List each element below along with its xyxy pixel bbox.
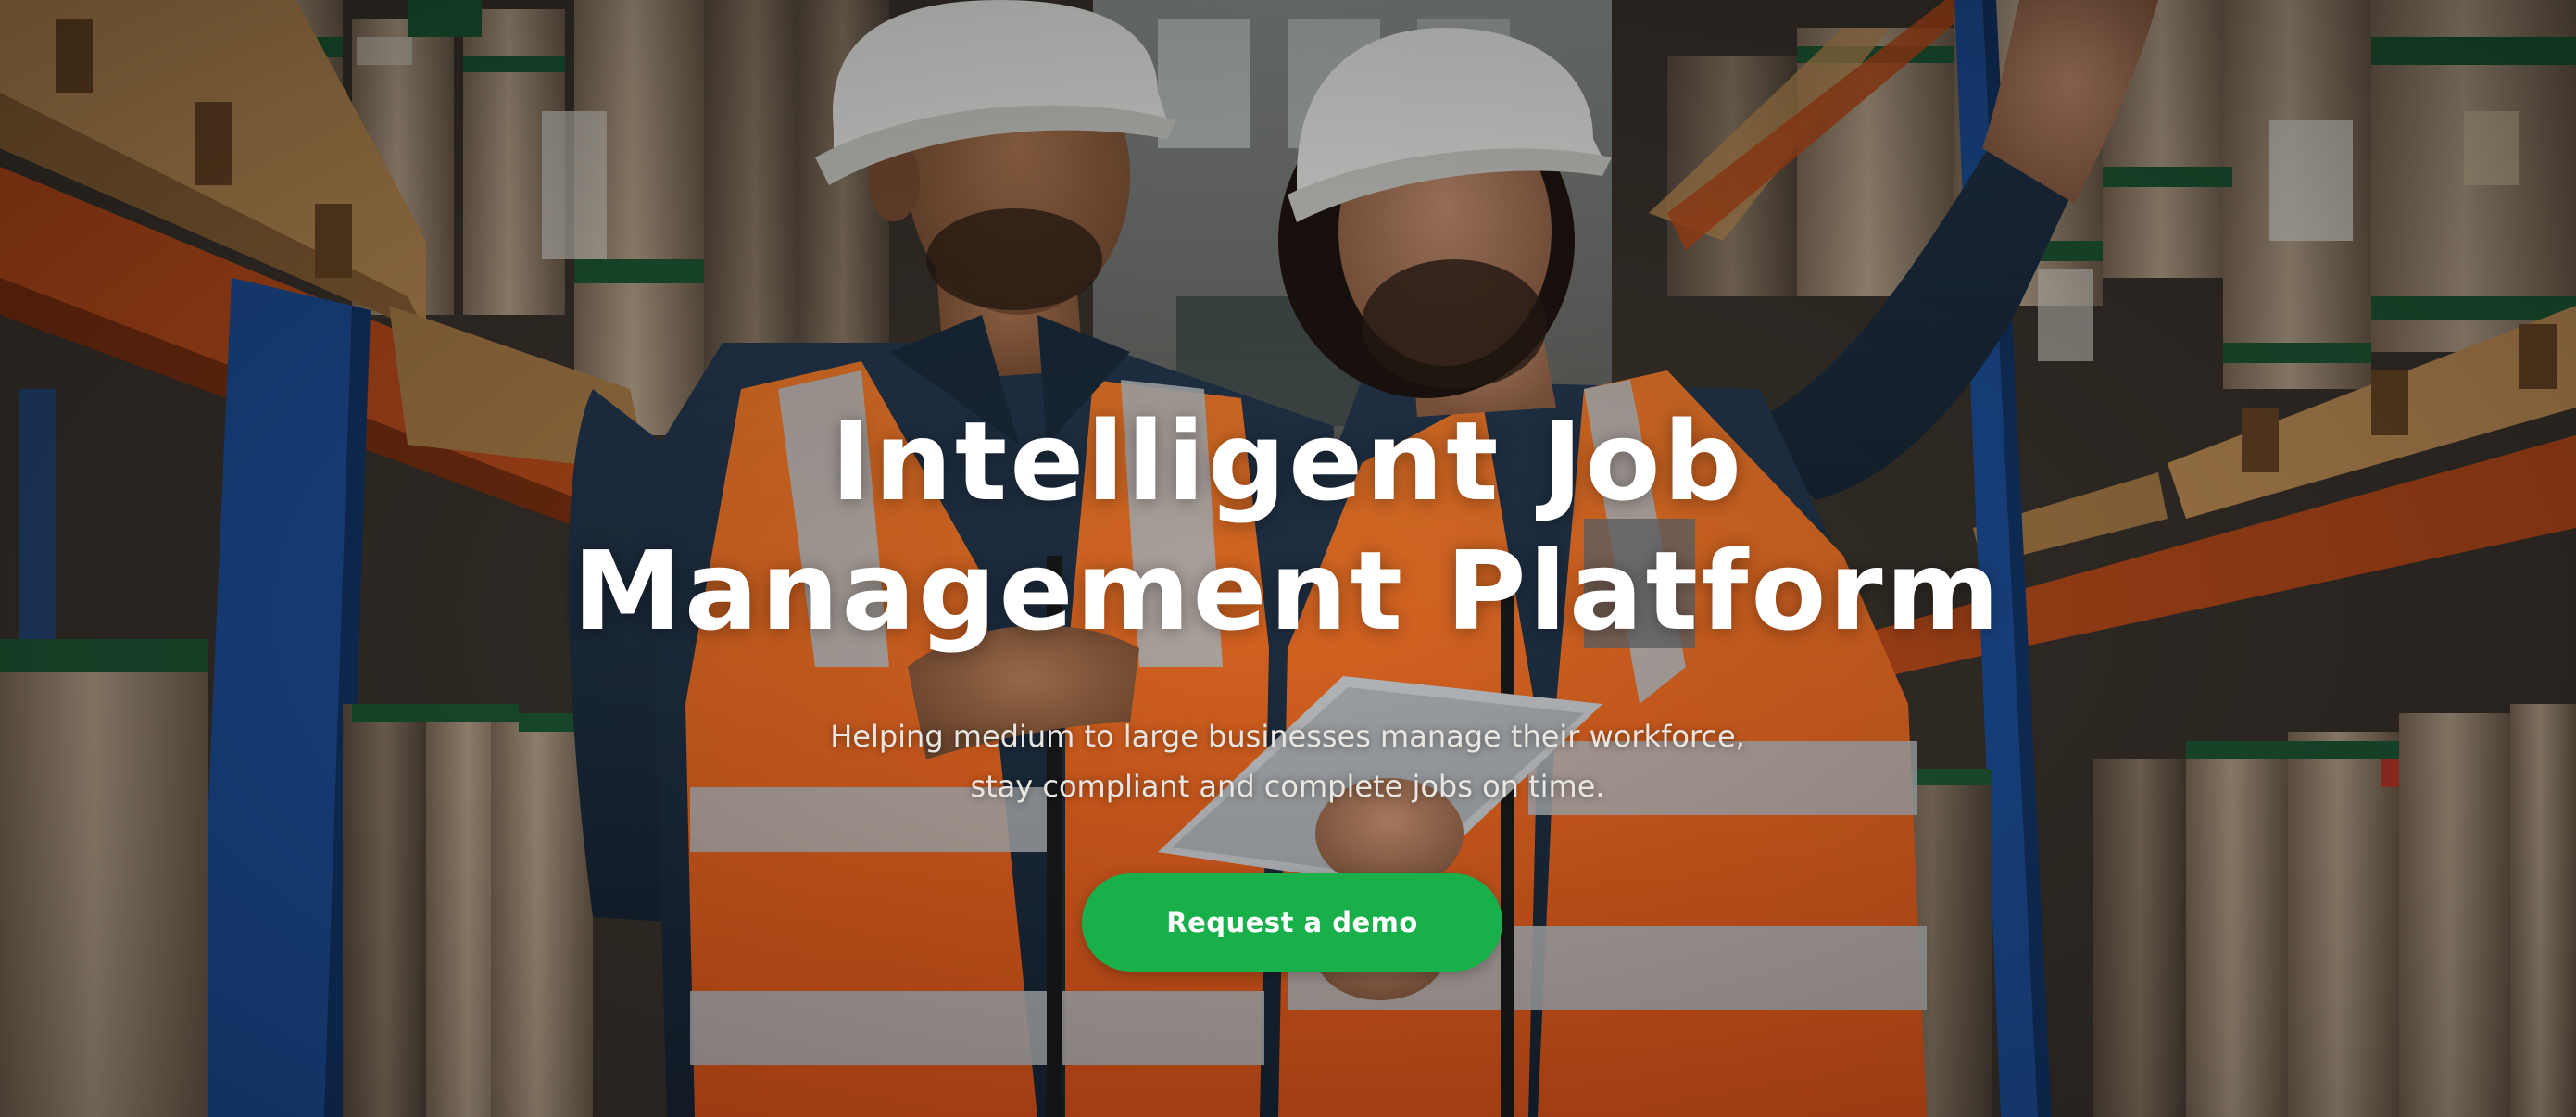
request-demo-button[interactable]: Request a demo	[1082, 873, 1502, 972]
hero-section: Intelligent Job Management Platform Help…	[0, 0, 2576, 1117]
hero-subtitle: Helping medium to large businesses manag…	[639, 711, 1936, 811]
hero-title-line-2: Management Platform	[572, 527, 2003, 655]
hero-subtitle-line-2: stay compliant and complete jobs on time…	[970, 769, 1605, 804]
hero-content: Intelligent Job Management Platform Help…	[0, 0, 2576, 1117]
hero-title: Intelligent Job Management Platform	[361, 396, 2214, 656]
hero-subtitle-line-1: Helping medium to large businesses manag…	[830, 719, 1745, 754]
hero-title-line-1: Intelligent Job	[830, 397, 1745, 525]
